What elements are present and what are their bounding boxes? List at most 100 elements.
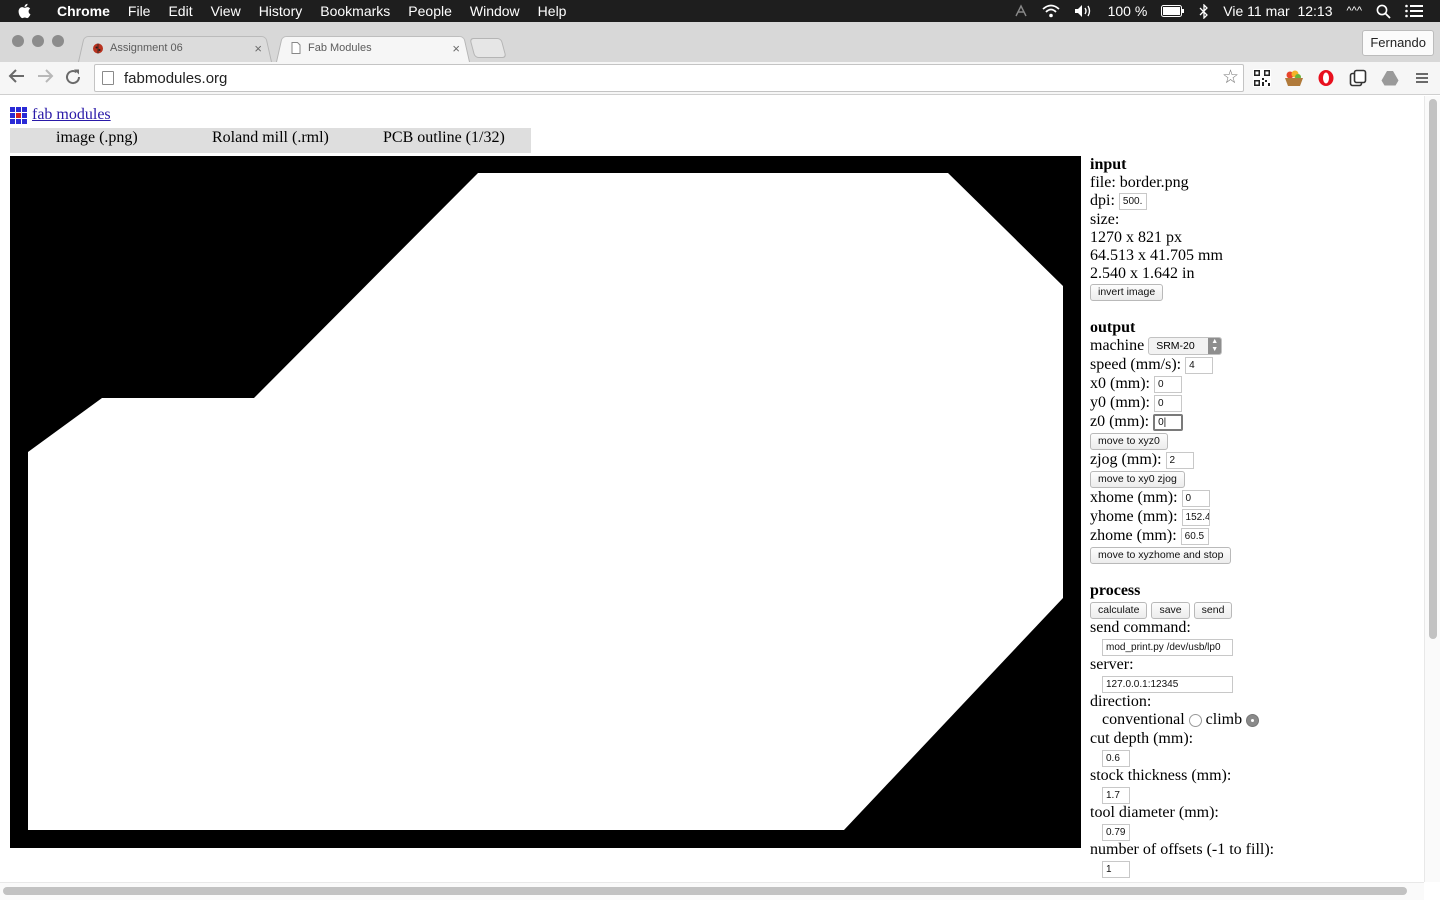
fruit-basket-extension-icon[interactable] [1284, 68, 1304, 88]
send-command-label: send command: [1090, 619, 1191, 636]
conventional-label: conventional [1102, 711, 1185, 728]
zjog-input[interactable]: 2 [1165, 451, 1194, 469]
offsets-label: number of offsets (-1 to fill): [1090, 841, 1275, 858]
tab-fab-modules[interactable]: Fab Modules × [276, 34, 470, 62]
process-menu[interactable]: PCB outline (1/32) [383, 129, 505, 147]
fab-modules-logo-icon [10, 106, 27, 124]
input-format-menu[interactable]: image (.png) [56, 129, 138, 147]
qr-code-extension-icon[interactable] [1252, 68, 1272, 88]
module-selection-bar: image (.png) Roland mill (.rml) PCB outl… [10, 128, 531, 153]
zhome-input[interactable]: 60.5 [1180, 527, 1209, 545]
tab-close-icon[interactable]: × [452, 41, 460, 56]
move-to-xy0-zjog-button[interactable]: move to xy0 zjog [1090, 470, 1185, 488]
menu-extra-icon[interactable]: ^^^ [1340, 0, 1370, 22]
clock-datetime[interactable]: Vie 11 mar 12:13 [1216, 0, 1339, 22]
stock-thickness-label: stock thickness (mm): [1090, 767, 1232, 784]
xhome-row: xhome (mm): 0 [1090, 488, 1210, 507]
send-command-input[interactable]: mod_print.py /dev/usb/lp0 [1102, 638, 1233, 656]
menu-people[interactable]: People [399, 0, 461, 22]
size-mm: 64.513 x 41.705 mm [1090, 247, 1223, 264]
direction-label: direction: [1090, 693, 1152, 710]
menu-help[interactable]: Help [529, 0, 576, 22]
menu-view[interactable]: View [202, 0, 250, 22]
speed-input[interactable]: 4 [1185, 356, 1214, 374]
horizontal-scroll-thumb[interactable] [3, 887, 1407, 895]
tab-close-icon[interactable]: × [254, 41, 262, 56]
size-px: 1270 x 821 px [1090, 229, 1182, 246]
new-tab-button[interactable] [469, 38, 507, 58]
x0-row: x0 (mm): 0 [1090, 374, 1182, 393]
input-file-name: file: border.png [1090, 174, 1189, 191]
save-button[interactable]: save [1151, 601, 1190, 619]
cut-depth-label: cut depth (mm): [1090, 730, 1194, 747]
pcb-outline-image [28, 173, 1063, 830]
invert-image-button[interactable]: invert image [1090, 283, 1164, 301]
wifi-icon[interactable] [1035, 4, 1067, 18]
vertical-scroll-thumb[interactable] [1429, 99, 1437, 639]
profile-button[interactable]: Fernando [1362, 30, 1434, 56]
cut-depth-input[interactable]: 0.6 [1102, 749, 1130, 767]
bluetooth-icon[interactable] [1192, 3, 1216, 19]
image-preview-canvas[interactable] [10, 156, 1081, 848]
apple-menu-icon[interactable] [18, 3, 40, 19]
x0-input[interactable]: 0 [1154, 375, 1182, 393]
chrome-menu-icon[interactable] [1412, 68, 1432, 88]
copy-extension-icon[interactable] [1348, 68, 1368, 88]
yhome-label: yhome (mm): [1090, 508, 1178, 525]
zhome-label: zhome (mm): [1090, 527, 1177, 544]
window-zoom-button[interactable] [52, 35, 64, 47]
server-input[interactable]: 127.0.0.1:12345 [1102, 675, 1233, 693]
machine-label: machine [1090, 337, 1145, 354]
offsets-input[interactable]: 1 [1102, 860, 1130, 878]
tool-diameter-input[interactable]: 0.79 [1102, 823, 1130, 841]
menu-edit[interactable]: Edit [159, 0, 201, 22]
dpi-label: dpi: [1090, 192, 1115, 209]
menu-history[interactable]: History [250, 0, 312, 22]
menu-bookmarks[interactable]: Bookmarks [311, 0, 399, 22]
zhome-row: zhome (mm): 60.5 [1090, 526, 1209, 545]
y0-input[interactable]: 0 [1154, 394, 1182, 412]
google-drive-extension-icon[interactable] [1380, 68, 1400, 88]
spotlight-search-icon[interactable] [1369, 4, 1398, 19]
bookmark-star-icon[interactable]: ☆ [1222, 66, 1239, 89]
yhome-input[interactable]: 152.4 [1181, 508, 1210, 526]
browser-toolbar: fabmodules.org ☆ [0, 62, 1440, 95]
calculate-button[interactable]: calculate [1090, 601, 1148, 619]
z0-input[interactable]: 0| [1153, 413, 1184, 431]
move-to-xyz0-button[interactable]: move to xyz0 [1090, 432, 1168, 450]
output-machine-menu[interactable]: Roland mill (.rml) [212, 129, 329, 147]
tab-assignment-06[interactable]: Assignment 06 × [78, 34, 272, 62]
forward-arrow-icon[interactable] [36, 68, 54, 88]
y0-label: y0 (mm): [1090, 394, 1150, 411]
machine-select[interactable]: SRM-20 ▲ ▼ [1148, 337, 1223, 356]
volume-icon[interactable] [1067, 4, 1101, 18]
xhome-input[interactable]: 0 [1181, 489, 1210, 507]
page-info-icon[interactable] [102, 71, 114, 85]
adobe-icon[interactable] [1007, 4, 1035, 18]
climb-radio[interactable] [1246, 713, 1260, 727]
stock-thickness-input[interactable]: 1.7 [1102, 786, 1130, 804]
menu-app-chrome[interactable]: Chrome [48, 0, 119, 22]
back-arrow-icon[interactable] [8, 68, 26, 88]
battery-icon[interactable] [1154, 5, 1192, 17]
window-close-button[interactable] [12, 35, 24, 47]
ladybug-favicon-icon [92, 42, 104, 54]
send-button[interactable]: send [1193, 601, 1233, 619]
move-to-xyzhome-button[interactable]: move to xyzhome and stop [1090, 546, 1232, 564]
conventional-radio[interactable] [1188, 713, 1202, 727]
opera-extension-icon[interactable] [1316, 68, 1336, 88]
select-arrows-icon: ▲ ▼ [1208, 338, 1222, 355]
vertical-scrollbar[interactable] [1424, 96, 1440, 882]
window-minimize-button[interactable] [32, 35, 44, 47]
dpi-input[interactable]: 500. [1118, 192, 1147, 210]
fab-modules-link[interactable]: fab modules [32, 106, 111, 124]
notification-center-icon[interactable] [1398, 4, 1430, 18]
address-bar[interactable]: fabmodules.org ☆ [94, 64, 1244, 92]
menu-window[interactable]: Window [461, 0, 529, 22]
horizontal-scrollbar[interactable] [0, 882, 1424, 900]
xhome-label: xhome (mm): [1090, 489, 1178, 506]
menu-file[interactable]: File [119, 0, 160, 22]
climb-label: climb [1205, 711, 1243, 728]
reload-icon[interactable] [64, 68, 82, 90]
yhome-row: yhome (mm): 152.4 [1090, 507, 1210, 526]
